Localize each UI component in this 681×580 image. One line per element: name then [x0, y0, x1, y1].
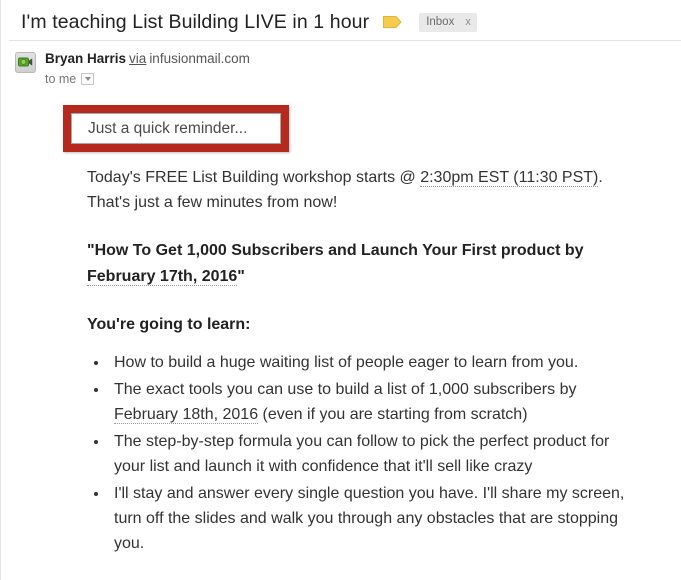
list-item-text-1: The step-by-step formula you can follow … [114, 433, 610, 475]
label-flag-icon[interactable] [383, 15, 402, 29]
sender-via-link[interactable]: via [129, 51, 146, 66]
headline-part-2: " [237, 268, 245, 285]
list-item: I'll stay and answer every single questi… [109, 481, 639, 556]
chevron-down-icon[interactable] [81, 73, 95, 85]
list-item-text-1: The exact tools you can use to build a l… [114, 381, 577, 398]
list-item: How to build a huge waiting list of peop… [109, 350, 639, 375]
intro-text-part-1: Today's FREE List Building workshop star… [87, 169, 421, 186]
headline-part-1: "How To Get 1,000 Subscribers and Launch… [87, 242, 584, 259]
email-message-pane: I'm teaching List Building LIVE in 1 hou… [0, 0, 681, 580]
smart-date-link[interactable]: February 18th, 2016 [114, 406, 259, 424]
avatar[interactable] [15, 52, 36, 73]
video-camera-icon [18, 57, 33, 67]
sender-line: Bryan Harris via infusionmail.com [45, 50, 250, 67]
close-icon[interactable]: x [465, 16, 471, 28]
annotation-highlight: Just a quick reminder... [63, 105, 289, 152]
email-body: Just a quick reminder... Today's FREE Li… [1, 105, 681, 556]
list-item: The exact tools you can use to build a l… [109, 377, 639, 427]
label-chip-label: Inbox [426, 15, 455, 28]
list-item-text-1: How to build a huge waiting list of peop… [114, 354, 579, 371]
list-item-text-1: I'll stay and answer every single questi… [114, 485, 625, 552]
smart-time-link[interactable]: 2:30pm EST (11:30 PST) [420, 169, 599, 187]
smart-date-link-headline[interactable]: February 17th, 2016 [87, 268, 238, 286]
sender-domain: infusionmail.com [149, 51, 250, 66]
list-item: The step-by-step formula you can follow … [109, 429, 639, 479]
label-chip-inbox[interactable]: Inbox x [419, 12, 477, 32]
sender-text: Bryan Harris via infusionmail.com to me [45, 50, 250, 86]
subject-row: I'm teaching List Building LIVE in 1 hou… [1, 0, 681, 33]
recipient-line: to me [45, 72, 250, 86]
body-headline: "How To Get 1,000 Subscribers and Launch… [87, 238, 627, 290]
annotation-label: Just a quick reminder... [88, 119, 248, 137]
sender-name[interactable]: Bryan Harris [45, 51, 126, 66]
learn-heading: You're going to learn: [87, 316, 251, 333]
page-title: I'm teaching List Building LIVE in 1 hou… [21, 10, 370, 33]
body-paragraph-intro: Today's FREE List Building workshop star… [87, 165, 617, 215]
benefits-list: How to build a huge waiting list of peop… [87, 350, 639, 556]
list-item-text-2: (even if you are starting from scratch) [258, 406, 528, 423]
recipient-label: to me [45, 72, 77, 86]
annotation-inner-box: Just a quick reminder... [71, 113, 281, 144]
sender-block: Bryan Harris via infusionmail.com to me [1, 41, 681, 86]
